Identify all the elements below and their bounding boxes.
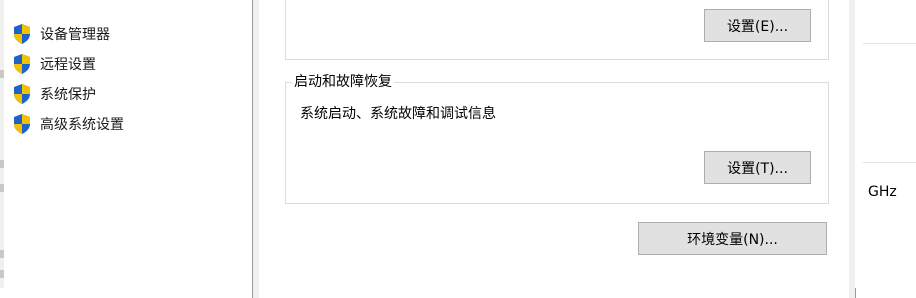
edge-marker (0, 70, 4, 78)
settings-button-e[interactable]: 设置(E)... (704, 9, 811, 42)
environment-variables-button[interactable]: 环境变量(N)... (638, 222, 827, 255)
link-label: 设备管理器 (40, 27, 110, 43)
window-edge (0, 0, 4, 288)
edge-marker (0, 250, 4, 258)
link-label: 高级系统设置 (40, 117, 124, 133)
link-remote-settings[interactable]: 远程设置 (12, 53, 96, 75)
divider (863, 43, 916, 44)
shield-icon (12, 23, 32, 45)
shield-icon (12, 53, 32, 75)
link-advanced-system-settings[interactable]: 高级系统设置 (12, 113, 124, 135)
group-title: 启动和故障恢复 (292, 74, 394, 90)
shield-icon (12, 113, 32, 135)
control-panel-sidebar: 设备管理器 远程设置 系统保护 高级系统设置 (0, 0, 252, 288)
settings-group-top: 设置(E)... (285, 0, 829, 60)
link-device-manager[interactable]: 设备管理器 (12, 23, 110, 45)
processor-speed-unit: GHz (868, 184, 897, 200)
settings-button-t[interactable]: 设置(T)... (704, 151, 811, 184)
advanced-tab-page: 设置(E)... 启动和故障恢复 系统启动、系统故障和调试信息 设置(T)...… (259, 0, 849, 298)
edge-marker (0, 160, 4, 168)
startup-recovery-group: 启动和故障恢复 系统启动、系统故障和调试信息 设置(T)... (285, 74, 829, 204)
group-description: 系统启动、系统故障和调试信息 (300, 106, 496, 122)
link-label: 系统保护 (40, 87, 96, 103)
divider (863, 162, 916, 163)
link-label: 远程设置 (40, 57, 96, 73)
shield-icon (12, 83, 32, 105)
edge-marker (0, 270, 4, 278)
edge-marker (0, 184, 4, 192)
system-properties-dialog: 设置(E)... 启动和故障恢复 系统启动、系统故障和调试信息 设置(T)...… (252, 0, 856, 298)
background-window: GHz (855, 0, 916, 288)
link-system-protection[interactable]: 系统保护 (12, 83, 96, 105)
